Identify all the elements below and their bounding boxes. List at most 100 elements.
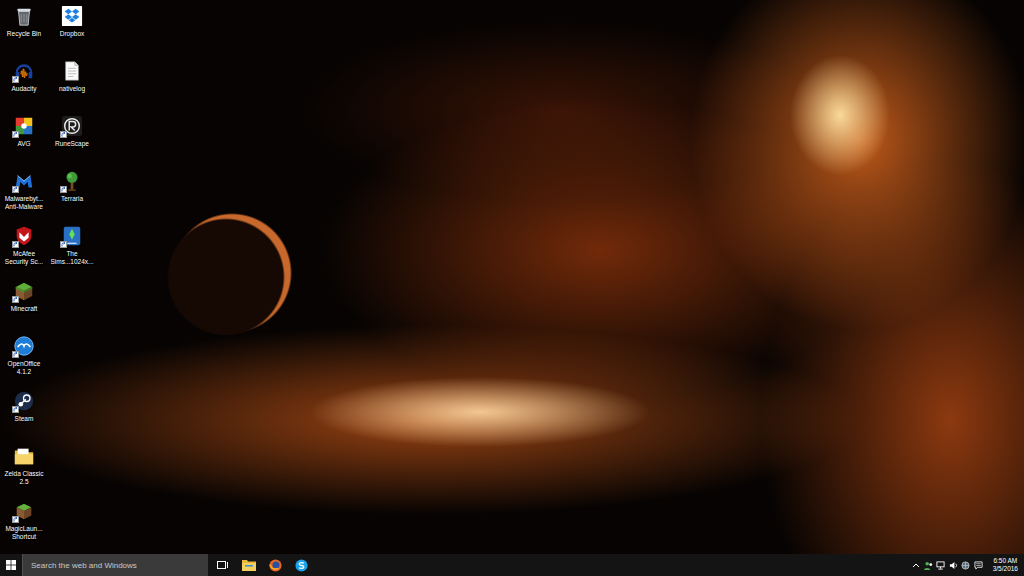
desktop-icon-image bbox=[60, 4, 84, 28]
search-box[interactable]: Search the web and Windows bbox=[22, 554, 208, 576]
desktop-icon-label: Malwarebyt...Anti-Malware bbox=[5, 195, 44, 211]
desktop-icon[interactable]: Steam bbox=[0, 386, 48, 441]
file-explorer-button[interactable] bbox=[236, 554, 262, 576]
label-line: Anti-Malware bbox=[5, 203, 43, 211]
desktop-icon-image bbox=[60, 59, 84, 83]
desktop-icon-label: MagicLaun...Shortcut bbox=[5, 525, 42, 541]
shortcut-badge bbox=[60, 186, 67, 193]
shortcut-arrow-icon bbox=[13, 352, 18, 357]
label-line: Minecraft bbox=[11, 305, 38, 313]
search-placeholder: Search the web and Windows bbox=[31, 561, 137, 570]
desktop-icon-label: Steam bbox=[15, 415, 34, 423]
desktop-icon-label: RuneScape bbox=[55, 140, 89, 148]
desktop-icon-image bbox=[60, 169, 84, 193]
desktop-icon-image bbox=[12, 389, 36, 413]
desktop-icon[interactable]: Audacity bbox=[0, 56, 48, 111]
desktop-icon[interactable]: Minecraft bbox=[0, 276, 48, 331]
shortcut-arrow-icon bbox=[13, 132, 18, 137]
recycle-bin-icon bbox=[13, 5, 35, 27]
volume-button[interactable] bbox=[947, 554, 960, 576]
network-button[interactable] bbox=[935, 554, 948, 576]
label-line: McAfee bbox=[13, 250, 35, 258]
start-button[interactable] bbox=[0, 554, 22, 576]
folder-icon bbox=[13, 445, 35, 467]
label-line: Steam bbox=[15, 415, 34, 423]
label-line: Shortcut bbox=[12, 533, 36, 541]
desktop-icon[interactable]: RuneScape bbox=[48, 111, 96, 166]
label-line: OpenOffice bbox=[8, 360, 41, 368]
skype-button[interactable] bbox=[288, 554, 314, 576]
shortcut-arrow-icon bbox=[61, 187, 66, 192]
desktop-icon-label: McAfeeSecurity Sc... bbox=[5, 250, 43, 266]
label-line: MagicLaun... bbox=[5, 525, 42, 533]
desktop: Recycle Bin Audacity AVG Malwarebyt...Anti-… bbox=[0, 0, 1024, 554]
task-view-icon bbox=[217, 560, 229, 570]
shortcut-badge bbox=[12, 186, 19, 193]
label-line: AVG bbox=[17, 140, 30, 148]
label-line: Malwarebyt... bbox=[5, 195, 44, 203]
label-line: Dropbox bbox=[60, 30, 85, 38]
task-view-button[interactable] bbox=[210, 554, 236, 576]
label-line: Audacity bbox=[12, 85, 37, 93]
desktop-icon-label: nativelog bbox=[59, 85, 85, 93]
desktop-screen: Recycle Bin Audacity AVG Malwarebyt...Anti-… bbox=[0, 0, 1024, 576]
desktop-icon[interactable]: Dropbox bbox=[48, 1, 96, 56]
desktop-icon[interactable]: MagicLaun...Shortcut bbox=[0, 496, 48, 551]
globe-icon bbox=[961, 561, 970, 570]
clock[interactable]: 6:50 AM3/5/2016 bbox=[985, 557, 1024, 573]
text-file-icon bbox=[61, 60, 83, 82]
label-line: Zelda Classic bbox=[4, 470, 43, 478]
desktop-icon-image bbox=[60, 114, 84, 138]
network-icon bbox=[936, 561, 945, 570]
desktop-icon-label: Terraria bbox=[61, 195, 83, 203]
label-line: Recycle Bin bbox=[7, 30, 41, 38]
label-line: The bbox=[66, 250, 77, 258]
desktop-icon[interactable]: Zelda Classic2.5 bbox=[0, 441, 48, 496]
label-line: RuneScape bbox=[55, 140, 89, 148]
label-line: Security Sc... bbox=[5, 258, 43, 266]
desktop-icon-image bbox=[12, 114, 36, 138]
shortcut-badge bbox=[12, 76, 19, 83]
desktop-icon-label: Recycle Bin bbox=[7, 30, 41, 38]
shortcut-badge bbox=[12, 241, 19, 248]
desktop-icon[interactable]: AVG bbox=[0, 111, 48, 166]
shortcut-badge bbox=[60, 241, 67, 248]
desktop-icon[interactable]: TheSims...1024x... bbox=[48, 221, 96, 276]
shortcut-arrow-icon bbox=[61, 242, 66, 247]
desktop-icon[interactable]: Recycle Bin bbox=[0, 1, 48, 56]
clock-time: 6:50 AM bbox=[993, 557, 1017, 565]
label-line: 2.5 bbox=[19, 478, 28, 486]
desktop-icon[interactable]: nativelog bbox=[48, 56, 96, 111]
desktop-icon-label: OpenOffice4.1.2 bbox=[8, 360, 41, 376]
shortcut-arrow-icon bbox=[13, 407, 18, 412]
show-hidden-icons-button[interactable] bbox=[910, 554, 923, 576]
desktop-icon[interactable]: Malwarebyt...Anti-Malware bbox=[0, 166, 48, 221]
desktop-icon[interactable]: OpenOffice4.1.2 bbox=[0, 331, 48, 386]
dropbox-icon bbox=[61, 5, 83, 27]
system-tray: 6:50 AM3/5/2016 bbox=[910, 554, 1024, 576]
shortcut-badge bbox=[12, 296, 19, 303]
desktop-icon-label: Dropbox bbox=[60, 30, 85, 38]
firefox-button[interactable] bbox=[262, 554, 288, 576]
shortcut-arrow-icon bbox=[13, 242, 18, 247]
label-line: Terraria bbox=[61, 195, 83, 203]
tray-app-button[interactable] bbox=[922, 554, 935, 576]
shortcut-badge bbox=[12, 516, 19, 523]
desktop-icon-label: AVG bbox=[17, 140, 30, 148]
desktop-icon[interactable]: McAfeeSecurity Sc... bbox=[0, 221, 48, 276]
shortcut-arrow-icon bbox=[13, 517, 18, 522]
skype-icon bbox=[295, 559, 308, 572]
chevron-up-icon bbox=[912, 562, 920, 568]
clock-date: 3/5/2016 bbox=[993, 565, 1018, 573]
desktop-icon[interactable]: Terraria bbox=[48, 166, 96, 221]
desktop-icon-label: Audacity bbox=[12, 85, 37, 93]
firefox-icon bbox=[269, 559, 282, 572]
desktop-icon-label: Minecraft bbox=[11, 305, 38, 313]
label-line: 4.1.2 bbox=[17, 368, 31, 376]
desktop-icon-label: TheSims...1024x... bbox=[51, 250, 94, 266]
action-center-button[interactable] bbox=[972, 554, 985, 576]
desktop-icon-grid: Recycle Bin Audacity AVG Malwarebyt...Anti-… bbox=[0, 0, 96, 554]
shortcut-arrow-icon bbox=[61, 132, 66, 137]
label-line: Sims...1024x... bbox=[51, 258, 94, 266]
tray-app-button[interactable] bbox=[960, 554, 973, 576]
